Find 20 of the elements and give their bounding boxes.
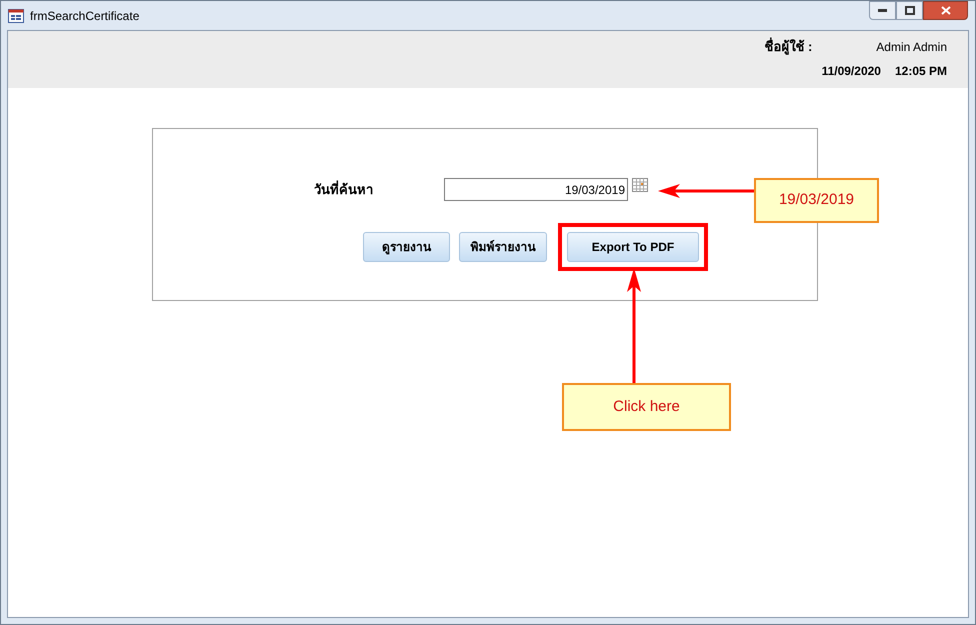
action-button[interactable]: Export To PDF [567,232,699,262]
user-name: Admin Admin [876,38,947,56]
action-button[interactable]: ดูรายงาน [363,232,450,262]
window-title: frmSearchCertificate [30,8,140,24]
close-button[interactable] [923,1,968,20]
calendar-icon[interactable] [632,178,648,192]
date-field[interactable]: 19/03/2019 [444,178,628,201]
minimize-icon [878,9,887,12]
action-button[interactable]: พิมพ์รายงาน [459,232,547,262]
close-icon [940,6,950,15]
restore-icon [904,6,914,15]
current-date: 11/09/2020 [822,62,881,80]
callout-note: Click here [562,383,731,431]
user-label: ชื่อผู้ใช้ : [764,37,812,56]
callout-note: 19/03/2019 [754,178,879,223]
date-label: วันที่ค้นหา [314,180,374,199]
current-time: 12:05 PM [894,62,947,80]
maximize-button[interactable] [896,1,923,20]
minimize-button[interactable] [869,1,896,20]
form-icon [8,8,24,22]
